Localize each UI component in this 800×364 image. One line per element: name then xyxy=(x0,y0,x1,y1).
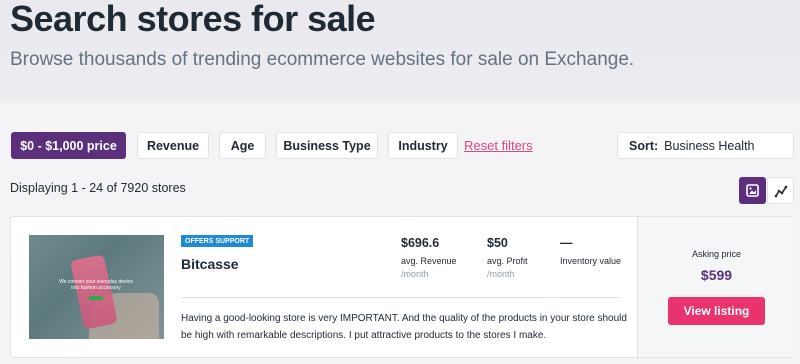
revenue-unit: /month xyxy=(401,269,429,279)
store-description: Having a good-looking store is very IMPO… xyxy=(181,313,627,341)
chart-line-icon xyxy=(774,185,787,197)
results-count: Displaying 1 - 24 of 7920 stores xyxy=(10,181,186,195)
list-view-button[interactable] xyxy=(767,177,794,204)
inventory-label: Inventory value xyxy=(560,256,622,266)
price-filter-button[interactable]: $0 - $1,000 price xyxy=(11,132,126,159)
page-subtitle: Browse thousands of trending ecommerce w… xyxy=(10,49,635,70)
sort-label: Sort: xyxy=(629,138,659,153)
reset-filters-link[interactable]: Reset filters xyxy=(464,138,533,153)
sort-value: Business Health xyxy=(664,138,755,153)
profit-label: avg. Profit xyxy=(487,256,528,266)
asking-price-value: $599 xyxy=(700,267,733,283)
industry-filter-button[interactable]: Industry xyxy=(388,132,458,159)
store-name[interactable]: Bitcasse xyxy=(181,256,239,272)
profit-unit: /month xyxy=(487,269,515,279)
thumbnail-phone-shape xyxy=(70,254,118,330)
image-icon xyxy=(746,184,759,197)
thumbnail-cta-shape xyxy=(89,296,103,300)
grid-view-button[interactable] xyxy=(739,177,766,204)
thumbnail-caption: We convert your everyday device into fas… xyxy=(59,279,133,291)
business-type-filter-button[interactable]: Business Type xyxy=(276,132,378,159)
asking-price-label: Asking price xyxy=(691,249,742,259)
store-listing-card[interactable]: We convert your everyday device into fas… xyxy=(10,216,794,358)
sort-dropdown[interactable]: Sort: Business Health xyxy=(617,132,794,159)
card-divider xyxy=(181,297,621,298)
revenue-filter-button[interactable]: Revenue xyxy=(137,132,209,159)
page-title: Search stores for sale xyxy=(10,0,376,39)
view-listing-button[interactable]: View listing xyxy=(668,297,765,325)
store-thumbnail[interactable]: We convert your everyday device into fas… xyxy=(29,235,164,339)
offers-support-badge: OFFERS SUPPORT xyxy=(181,235,254,247)
revenue-label: avg. Revenue xyxy=(401,256,457,266)
revenue-value: $696.6 xyxy=(401,236,440,250)
filter-bar: $0 - $1,000 price Revenue Age Business T… xyxy=(0,132,800,160)
price-panel: Asking price $599 View listing xyxy=(637,217,794,357)
inventory-value: — xyxy=(560,236,573,250)
profit-value: $50 xyxy=(487,236,508,250)
age-filter-button[interactable]: Age xyxy=(219,132,266,159)
hero-banner: Search stores for sale Browse thousands … xyxy=(0,0,800,103)
